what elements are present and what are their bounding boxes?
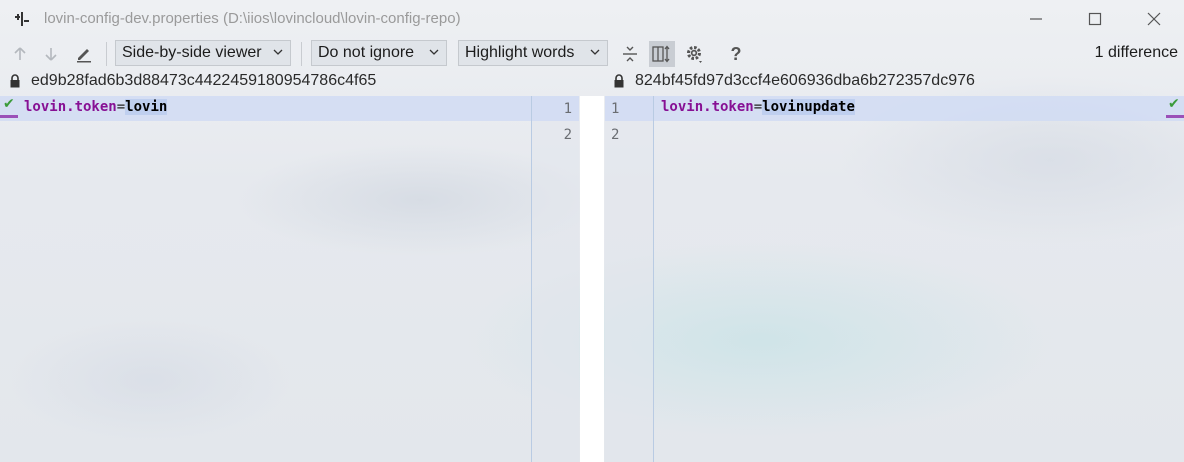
lock-icon xyxy=(614,74,624,88)
change-marker xyxy=(1166,115,1184,118)
gutter-border xyxy=(653,96,654,462)
chevron-down-icon xyxy=(273,49,283,55)
close-icon xyxy=(1147,12,1161,26)
left-line-number: 2 xyxy=(563,127,572,143)
minimize-icon xyxy=(1030,18,1042,20)
property-key: lovin.token xyxy=(24,99,117,115)
chevron-down-icon xyxy=(429,49,439,55)
highlight-mode-dropdown[interactable]: Highlight words xyxy=(458,40,608,66)
viewer-mode-dropdown[interactable]: Side-by-side viewer xyxy=(115,40,291,66)
property-equals: = xyxy=(116,99,126,115)
property-value: lovin xyxy=(125,99,168,115)
gear-icon xyxy=(687,46,702,63)
next-difference-button[interactable] xyxy=(41,44,61,64)
left-revision-hash: ed9b28fad6b3d88473c4422459180954786c4f65 xyxy=(31,72,377,89)
sync-scroll-icon xyxy=(652,45,670,63)
maximize-button[interactable] xyxy=(1073,6,1117,32)
help-icon: ? xyxy=(730,43,742,64)
difference-count: 1 difference xyxy=(1094,44,1178,61)
property-key: lovin.token xyxy=(661,99,754,115)
viewer-mode-label: Side-by-side viewer xyxy=(122,44,262,61)
window-title: lovin-config-dev.properties (D:\iios\lov… xyxy=(44,10,461,27)
close-button[interactable] xyxy=(1132,6,1176,32)
change-marker xyxy=(0,115,18,118)
gutter-border xyxy=(531,96,532,462)
previous-difference-button[interactable] xyxy=(10,44,30,64)
left-line-gutter: 1 2 xyxy=(531,96,579,462)
right-revision-hash: 824bf45fd97d3ccf4e606936dba6b272357dc976 xyxy=(635,72,975,89)
right-code-line[interactable]: lovin.token=lovinupdate xyxy=(661,99,855,115)
ignore-mode-label: Do not ignore xyxy=(318,44,415,61)
edit-icon xyxy=(77,49,91,63)
accept-left-change-icon[interactable]: ✔ xyxy=(3,95,15,112)
toolbar-separator xyxy=(301,42,302,66)
diff-toolbar: Side-by-side viewer Do not ignore Highli… xyxy=(0,38,1184,70)
highlight-mode-label: Highlight words xyxy=(465,44,575,61)
toolbar-separator xyxy=(106,42,107,66)
collapse-unchanged-button[interactable] xyxy=(620,44,640,64)
arrow-down-icon xyxy=(45,48,57,61)
synchronize-scrolling-button[interactable] xyxy=(649,41,675,67)
right-line-number: 1 xyxy=(611,101,620,117)
diff-app-icon xyxy=(15,12,29,26)
title-bar: lovin-config-dev.properties (D:\iios\lov… xyxy=(0,0,1184,38)
edit-source-button[interactable] xyxy=(74,44,94,64)
right-revision-header: 824bf45fd97d3ccf4e606936dba6b272357dc976 xyxy=(614,70,1174,94)
collapse-icon xyxy=(623,46,637,62)
left-line-number: 1 xyxy=(563,101,572,117)
left-code-line[interactable]: lovin.token=lovin xyxy=(24,99,168,115)
lock-icon xyxy=(10,74,20,88)
right-line-number: 2 xyxy=(611,127,620,143)
property-equals: = xyxy=(753,99,763,115)
property-value: lovinupdate xyxy=(762,99,855,115)
left-revision-header: ed9b28fad6b3d88473c4422459180954786c4f65 xyxy=(10,70,570,94)
help-button[interactable]: ? xyxy=(726,44,746,64)
ignore-whitespace-dropdown[interactable]: Do not ignore xyxy=(311,40,447,66)
chevron-down-icon xyxy=(590,49,600,55)
right-line-gutter: 1 2 xyxy=(605,96,653,462)
minimize-button[interactable] xyxy=(1014,6,1058,32)
maximize-icon xyxy=(1088,12,1102,26)
arrow-up-icon xyxy=(14,47,26,60)
accept-right-change-icon[interactable]: ✔ xyxy=(1168,95,1180,112)
settings-button[interactable] xyxy=(685,44,705,64)
diff-divider[interactable] xyxy=(580,96,604,462)
